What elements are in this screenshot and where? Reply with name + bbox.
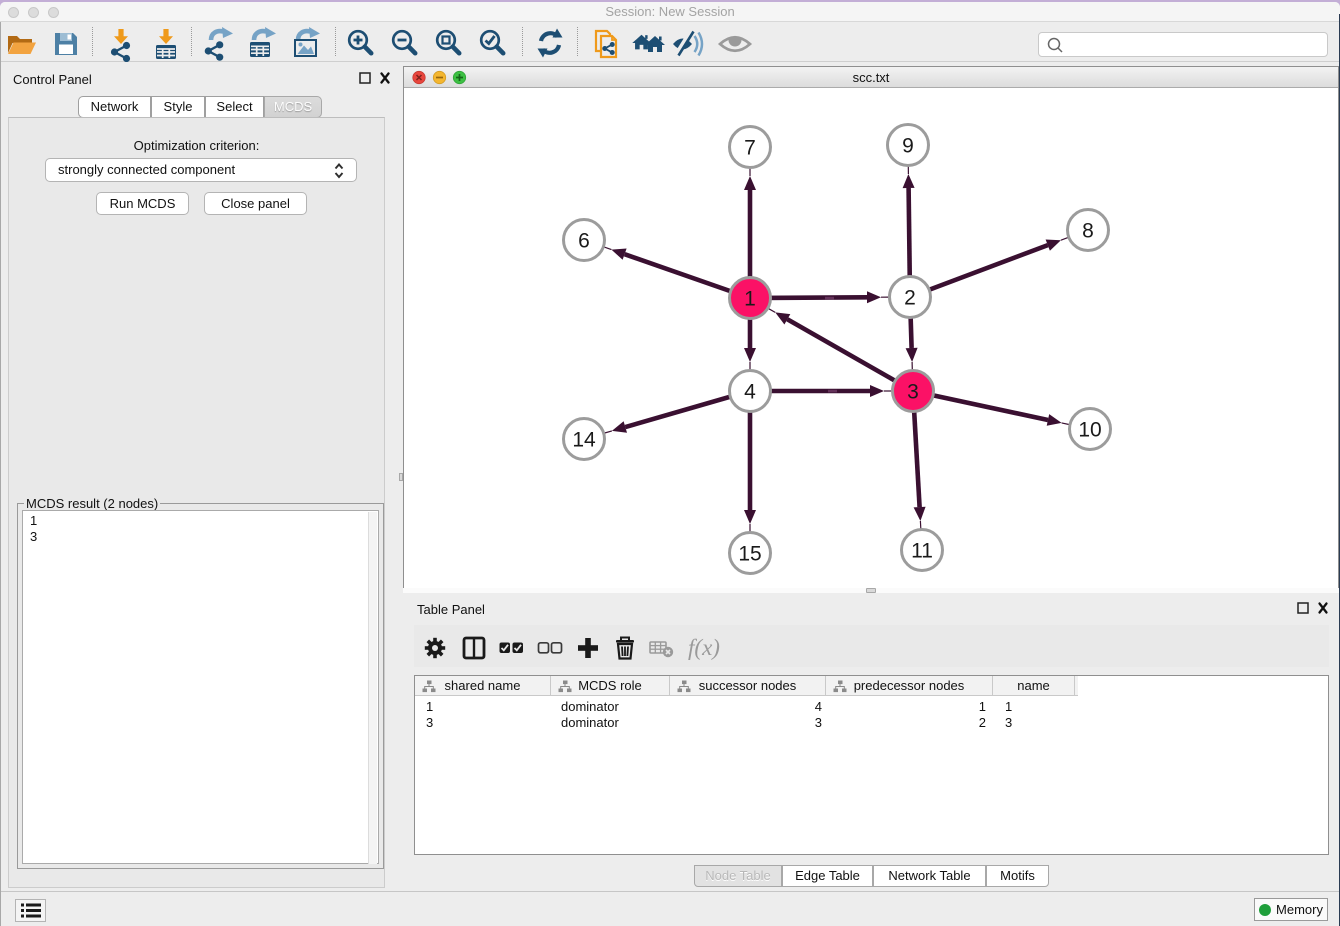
svg-text:4: 4 <box>744 381 756 404</box>
svg-text:2: 2 <box>904 287 916 310</box>
svg-text:6: 6 <box>578 230 590 253</box>
svg-text:10: 10 <box>1078 419 1101 442</box>
svg-text:15: 15 <box>738 543 761 566</box>
svg-text:7: 7 <box>744 137 756 160</box>
svg-text:8: 8 <box>1082 220 1094 243</box>
svg-text:f(x): f(x) <box>688 635 720 660</box>
svg-text:14: 14 <box>572 429 596 452</box>
svg-text:3: 3 <box>907 381 919 404</box>
svg-text:1: 1 <box>744 288 756 311</box>
svg-text:9: 9 <box>902 135 914 158</box>
svg-text:11: 11 <box>911 540 933 563</box>
